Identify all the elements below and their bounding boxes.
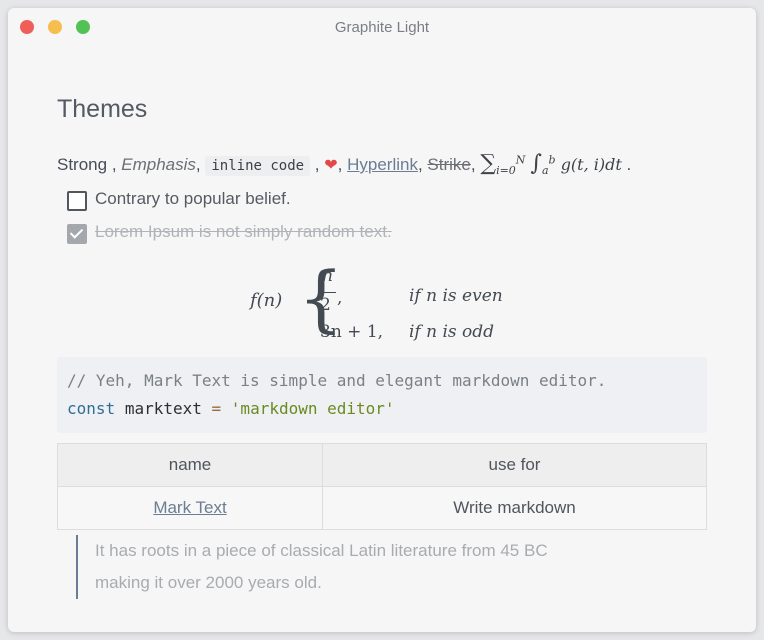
fraction-bar (320, 292, 336, 293)
separator: , (470, 155, 481, 174)
code-operator: = (211, 399, 222, 418)
separator: , (337, 155, 348, 174)
code-string: 'markdown editor' (230, 399, 395, 418)
hyperlink[interactable]: Hyperlink (347, 155, 418, 174)
document-heading[interactable]: Themes (57, 95, 147, 124)
table-row: Mark Text Write markdown (57, 486, 707, 530)
code-line: const marktext = 'markdown editor' (67, 399, 395, 418)
data-table[interactable]: name use for Mark Text Write markdown (57, 443, 707, 530)
blockquote-line: It has roots in a piece of classical Lat… (95, 541, 548, 560)
blockquote-line: making it over 2000 years old. (95, 573, 322, 592)
blockquote[interactable]: It has roots in a piece of classical Lat… (76, 535, 655, 599)
case-condition-odd: if n is odd (409, 322, 495, 342)
code-block[interactable]: // Yeh, Mark Text is simple and elegant … (57, 357, 707, 433)
app-window: Graphite Light Themes Strong , Emphasis,… (8, 8, 756, 632)
case-expression-odd: 3n + 1, (320, 322, 384, 342)
sum-lower-limit: i=0 (496, 164, 516, 178)
code-keyword: const (67, 399, 116, 418)
code-comment: // Yeh, Mark Text is simple and elegant … (67, 371, 607, 390)
table-cell[interactable]: Mark Text (57, 486, 323, 530)
separator: , (417, 155, 428, 174)
inline-math-formula[interactable]: ∑i=0N ∫ab g(t, i)dt (480, 151, 622, 178)
task-checkbox[interactable] (67, 191, 87, 211)
sum-upper-limit: N (515, 153, 526, 167)
sentence-end: . (621, 155, 632, 174)
math-function: f(n) (250, 290, 283, 311)
emphasis-text: Emphasis (121, 155, 196, 174)
sum-symbol: ∑ (480, 151, 497, 176)
separator: , (310, 155, 325, 174)
integral-symbol: ∫ (530, 151, 542, 176)
task-label: Contrary to popular belief. (95, 189, 291, 208)
table-header-cell[interactable]: name (57, 443, 323, 487)
window-title: Graphite Light (334, 19, 430, 36)
separator: , (107, 155, 122, 174)
case-condition-even: if n is even (409, 286, 503, 306)
table-cell[interactable]: Write markdown (322, 486, 707, 530)
code-identifier: marktext (124, 399, 202, 418)
table-cell-link[interactable]: Mark Text (153, 498, 226, 517)
math-block-piecewise[interactable]: f(n) { n 2 , if n is even 3n + 1, if n i… (250, 258, 530, 346)
integral-upper-limit: b (548, 153, 556, 167)
strong-text: Strong (57, 155, 108, 174)
integral-body: g(t, i)dt (560, 155, 622, 174)
case-comma: , (337, 288, 343, 308)
heart-emoji-icon: ❤ (324, 157, 338, 174)
table-header-cell[interactable]: use for (322, 443, 707, 487)
table-header-row: name use for (57, 443, 707, 487)
fraction-denominator: 2 (320, 295, 331, 315)
fraction-numerator: n (322, 266, 333, 286)
strikethrough-text: Strike (427, 155, 471, 174)
task-checkbox-checked[interactable] (67, 224, 87, 244)
separator: , (195, 155, 206, 174)
inline-code: inline code (205, 156, 311, 176)
inline-formatting-paragraph[interactable]: Strong , Emphasis, inline code , ❤, Hype… (57, 151, 631, 177)
title-bar[interactable]: Graphite Light (8, 8, 756, 48)
task-label: Lorem Ipsum is not simply random text. (95, 222, 392, 241)
